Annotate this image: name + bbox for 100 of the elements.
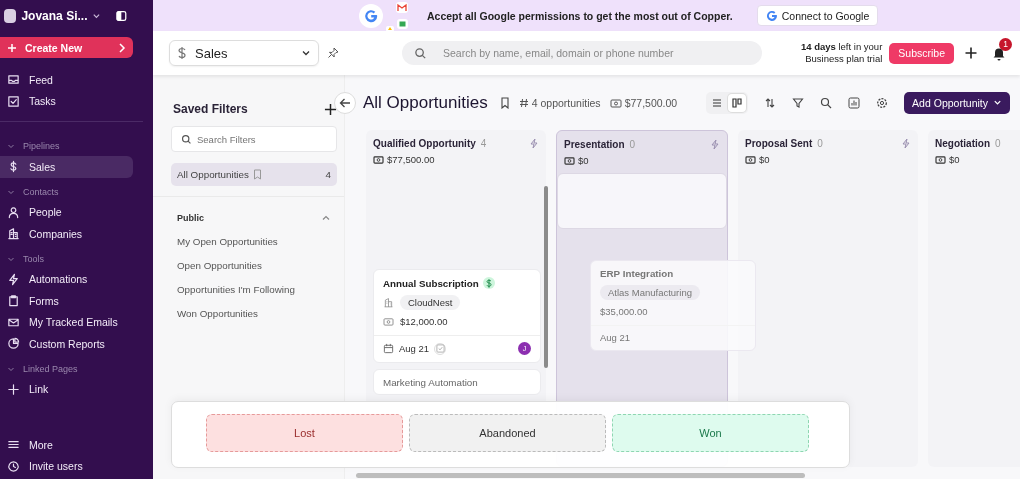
board-icon	[730, 95, 745, 110]
add-opportunity-button[interactable]: Add Opportunity	[904, 91, 1010, 114]
nav-item[interactable]: Sales	[0, 156, 133, 178]
dragged-card[interactable]: ERP Integration Atlas Manufacturing $35,000.00 Aug 21	[590, 260, 756, 351]
back-arrow-icon	[339, 96, 351, 109]
money-icon	[609, 97, 622, 108]
drop-zone[interactable]: Abandoned	[409, 414, 606, 452]
clock-icon	[7, 459, 20, 473]
section-heading: Contacts	[23, 186, 59, 197]
panel-title: Saved Filters	[173, 102, 248, 116]
section-heading: Pipelines	[23, 141, 60, 151]
filter-item[interactable]: Opportunities I'm Following	[171, 277, 337, 301]
card-title: Annual Subscription	[383, 277, 479, 289]
filter-group-header[interactable]: Public	[171, 207, 337, 229]
column-count: 0	[629, 139, 636, 150]
drop-zone[interactable]: Won	[612, 414, 809, 452]
building-icon	[7, 227, 20, 241]
filter-item[interactable]: My Open Opportunities	[171, 229, 337, 253]
column-title: Qualified Opportunity	[373, 138, 476, 149]
nav-item[interactable]: Companies	[0, 223, 133, 245]
check-icon	[435, 344, 445, 353]
create-new-button[interactable]: Create New	[0, 37, 133, 58]
sort-icon[interactable]	[764, 96, 777, 109]
lightning-icon	[7, 272, 20, 286]
subscribe-button[interactable]: Subscribe	[889, 42, 954, 64]
nav-item[interactable]: Forms	[0, 290, 133, 312]
column-title: Negotiation	[935, 138, 990, 149]
bar-chart-icon[interactable]	[848, 96, 861, 109]
scrollbar[interactable]	[356, 473, 805, 478]
money-icon	[373, 155, 384, 164]
settings-icon[interactable]	[876, 96, 889, 109]
card-title: ERP Integration	[600, 268, 674, 279]
caret-icon	[993, 98, 1002, 107]
lightning-icon[interactable]	[529, 138, 539, 149]
card-title: Marketing Automation	[383, 377, 478, 388]
column-count: 4	[480, 138, 487, 149]
nav-item[interactable]: Invite users	[0, 455, 133, 477]
notification-badge: 1	[999, 37, 1012, 51]
section-heading: Tools	[23, 253, 44, 264]
caret-icon	[301, 48, 311, 58]
chevron-icon	[321, 213, 331, 223]
filter-item[interactable]: Open Opportunities	[171, 253, 337, 277]
column-title: Presentation	[564, 139, 625, 150]
money-icon	[564, 156, 575, 165]
money-icon	[745, 155, 756, 164]
nav-item[interactable]: My Tracked Emails	[0, 311, 133, 333]
column-total: $0	[578, 155, 589, 166]
nav-item[interactable]: More	[0, 434, 133, 456]
filter-item[interactable]: Won Opportunities	[171, 301, 337, 325]
search-icon[interactable]	[820, 96, 833, 109]
scrollbar[interactable]	[544, 186, 548, 368]
total-value: $77,500.00	[609, 96, 678, 109]
search-field[interactable]: Search by name, email, domain or phone number	[402, 41, 762, 65]
plus-icon[interactable]	[324, 102, 337, 116]
sidebar-toggle-icon[interactable]	[116, 9, 127, 22]
hash-icon	[518, 97, 529, 108]
chevron-right-icon	[118, 42, 126, 53]
pin-icon[interactable]	[327, 47, 339, 59]
column-count: 0	[817, 138, 823, 149]
bookmark-icon	[252, 169, 262, 180]
connect-google-button[interactable]: Connect to Google	[756, 5, 879, 26]
nav-item[interactable]: Automations	[0, 268, 133, 290]
filter-search-field[interactable]: Search Filters	[171, 126, 337, 152]
trial-notice: 14 days left in your Business plan trial	[800, 41, 883, 65]
opportunity-count: 4 opportunities	[518, 96, 601, 109]
drop-zone[interactable]: Lost	[206, 414, 403, 452]
opportunity-card[interactable]: Marketing Automation	[373, 369, 541, 395]
page-title: All Opportunities	[363, 92, 488, 113]
checkbox-icon	[7, 94, 20, 108]
clipboard-icon	[7, 294, 20, 308]
workspace-name[interactable]: Jovana Si...	[21, 8, 88, 23]
column-total: $0	[949, 154, 960, 165]
plus-icon	[7, 382, 20, 396]
nav-item[interactable]: People	[0, 201, 133, 223]
building-icon	[383, 297, 394, 308]
money-icon	[935, 155, 946, 164]
nav-item[interactable]: Link	[0, 378, 133, 400]
card-date: Aug 21	[399, 343, 430, 354]
bookmark-icon[interactable]	[499, 96, 510, 109]
lightning-icon[interactable]	[901, 138, 911, 149]
filter-icon[interactable]	[792, 96, 805, 109]
column-total: $77,500.00	[387, 154, 435, 165]
nav-item[interactable]: Tasks	[0, 90, 133, 112]
pipeline-dropdown[interactable]: Sales	[169, 40, 319, 66]
card-amount: $12,000.00	[400, 316, 448, 327]
person-icon	[7, 205, 20, 219]
nav-item[interactable]: Feed	[0, 69, 133, 91]
banner-message: Accept all Google permissions to get the most out of Copper.	[427, 9, 733, 22]
board-view-button[interactable]	[728, 93, 747, 112]
workspace-avatar-icon	[4, 8, 17, 23]
card-amount: $35,000.00	[600, 306, 648, 317]
nav-item[interactable]: Custom Reports	[0, 333, 133, 355]
pie-chart-icon	[7, 337, 20, 351]
company-chip: Atlas Manufacturing	[600, 285, 700, 300]
column-total: $0	[759, 154, 770, 165]
plus-icon[interactable]	[964, 46, 978, 60]
calendar-icon	[383, 343, 394, 354]
dollar-icon	[177, 46, 187, 60]
filter-item[interactable]: All Opportunities 4	[171, 163, 337, 186]
company-chip[interactable]: CloudNest	[400, 295, 461, 310]
